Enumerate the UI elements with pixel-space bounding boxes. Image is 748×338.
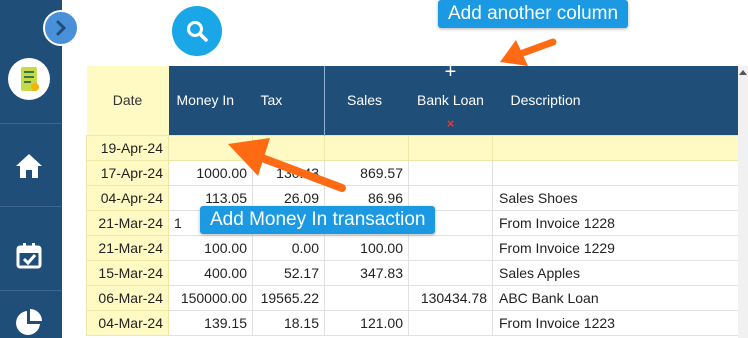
pointer-arrows [228, 38, 557, 192]
add-column-pointer-arrow-icon [500, 38, 557, 66]
add-money-in-pointer-arrow-icon [228, 138, 346, 192]
